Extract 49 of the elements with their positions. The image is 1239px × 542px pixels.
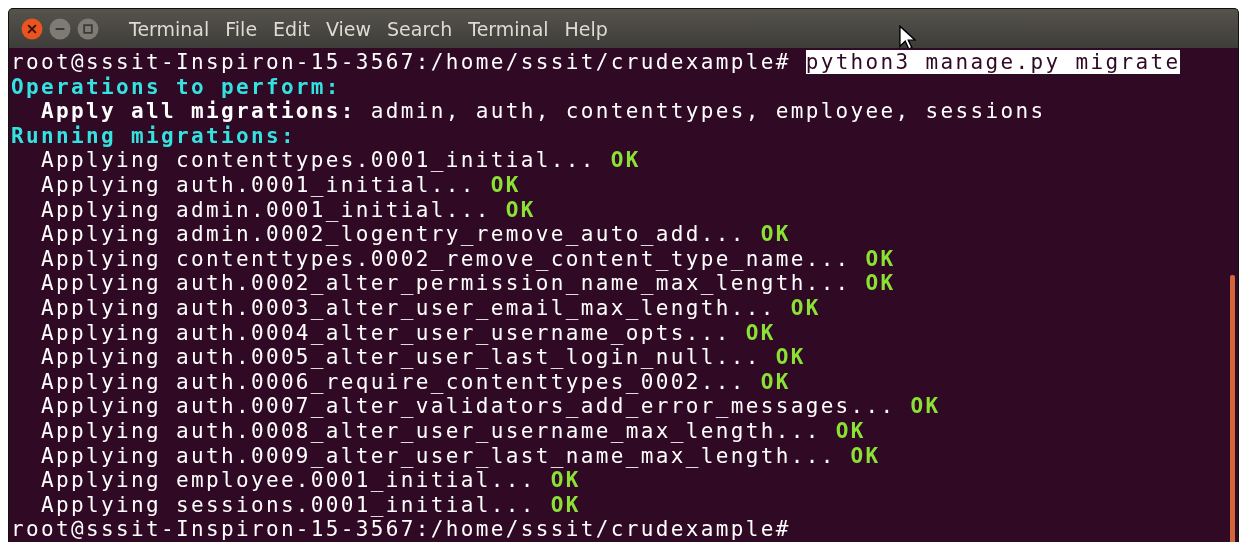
status-text: OK	[864, 246, 896, 271]
status-text: OK	[504, 197, 536, 222]
output-text: Applying auth.0002_alter_permission_name_max_length...	[40, 271, 851, 296]
output-text: Applying auth.0006_require_contenttypes_0002...	[40, 369, 746, 394]
minimize-icon[interactable]	[49, 17, 71, 40]
heading-text: Running migrations:	[11, 123, 296, 148]
output-text: Applying admin.0001_initial...	[40, 197, 491, 222]
status-text: OK	[759, 222, 791, 247]
mouse-pointer-icon	[898, 25, 916, 51]
output-text: Applying admin.0002_logentry_remove_auto_add...	[40, 222, 746, 247]
status-text: OK	[549, 492, 581, 517]
output-text: Applying sessions.0001_initial...	[40, 492, 536, 517]
status-text: OK	[849, 443, 881, 468]
output-text: Applying contenttypes.0002_remove_content_type_name...	[40, 246, 851, 271]
output-text: Applying auth.0008_alter_user_username_max_length...	[40, 418, 821, 443]
prompt-text: root@sssit-Inspiron-15-3567:/home/sssit/crudexample#	[11, 50, 792, 74]
menu-item[interactable]: View	[325, 17, 371, 40]
output-text: Applying auth.0005_alter_user_last_login_null...	[40, 345, 761, 370]
menu-item[interactable]: Edit	[273, 17, 310, 40]
output-text: Applying contenttypes.0001_initial...	[40, 148, 596, 173]
status-text: OK	[864, 271, 896, 296]
status-text: OK	[789, 295, 821, 320]
status-text: OK	[909, 394, 941, 419]
prompt-text: root@sssit-Inspiron-15-3567:/home/sssit/crudexample#	[11, 517, 792, 542]
status-text: OK	[489, 172, 521, 197]
command-text: python3 manage.py migrate	[805, 50, 1181, 74]
scrollbar-thumb[interactable]	[1230, 275, 1235, 542]
output-text: Applying auth.0004_alter_user_username_opts...	[40, 320, 731, 345]
output-text: Applying auth.0001_initial...	[40, 172, 476, 197]
output-text: Applying employee.0001_initial...	[40, 468, 536, 493]
status-text: OK	[609, 148, 641, 173]
status-text: OK	[744, 320, 776, 345]
output-text: Applying auth.0009_alter_user_last_name_max_length...	[40, 443, 836, 468]
close-icon[interactable]	[21, 17, 43, 40]
status-text: OK	[759, 369, 791, 394]
output-text: Applying auth.0003_alter_user_email_max_length...	[40, 295, 776, 320]
status-text: OK	[834, 418, 866, 443]
label-text: Apply all migrations:	[40, 99, 356, 124]
menu-item[interactable]: Search	[387, 17, 453, 40]
output-text: admin, auth, contenttypes, employee, sessions	[369, 99, 1046, 124]
heading-text: Operations to perform:	[11, 74, 341, 99]
menu-item[interactable]: Terminal	[468, 17, 549, 40]
menu-item[interactable]: Terminal	[129, 17, 210, 40]
maximize-icon[interactable]	[77, 17, 99, 40]
output-text: Applying auth.0007_alter_validators_add_error_messages...	[40, 394, 896, 419]
menu-item[interactable]: Help	[564, 17, 608, 40]
status-text: OK	[549, 468, 581, 493]
status-text: OK	[774, 345, 806, 370]
menu-item[interactable]: File	[225, 17, 258, 40]
